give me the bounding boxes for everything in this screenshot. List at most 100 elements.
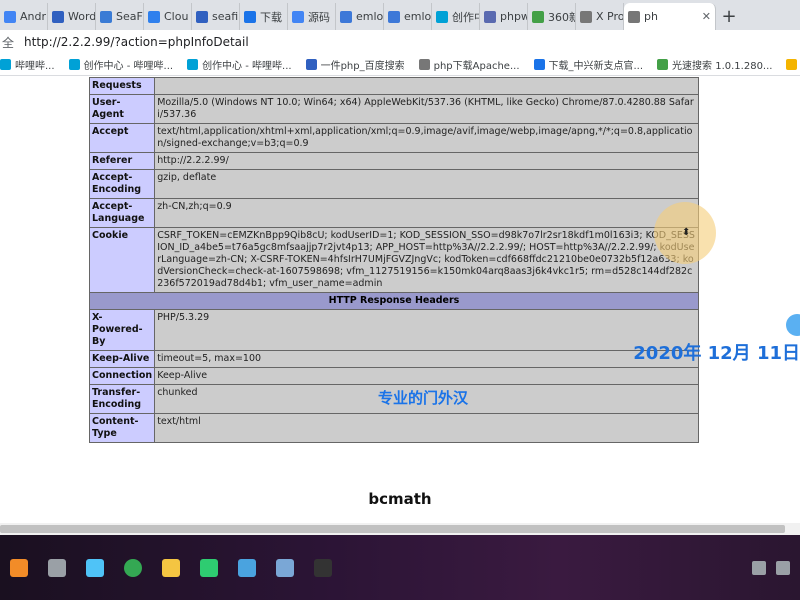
tab-favicon-icon xyxy=(532,10,544,23)
browser-tab[interactable]: X Pro xyxy=(576,3,624,30)
browser-tab[interactable]: Word xyxy=(48,3,96,30)
header-name-cell: Accept-Encoding xyxy=(88,169,156,199)
tab-favicon-icon xyxy=(292,10,304,23)
bookmark-label: php下载Apache... xyxy=(433,61,520,72)
browser-tab[interactable]: Clou xyxy=(144,3,192,30)
browser-tab[interactable]: 源码 xyxy=(288,3,336,30)
tab-favicon-icon xyxy=(148,10,160,23)
header-value-cell: timeout=5, max=100 xyxy=(154,350,699,368)
tab-favicon-icon xyxy=(388,10,400,23)
taskbar-button[interactable] xyxy=(306,551,340,585)
header-value-cell: text/html xyxy=(154,413,699,443)
security-indicator[interactable]: 全 xyxy=(0,34,24,51)
tab-label: 源码 xyxy=(308,10,330,24)
system-tray xyxy=(752,560,800,575)
header-value-cell: http://2.2.2.99/ xyxy=(154,152,699,170)
horizontal-scrollbar[interactable] xyxy=(0,523,800,535)
side-widget-icon[interactable] xyxy=(786,314,800,336)
header-name-cell: X-Powered-By xyxy=(88,309,156,351)
tray-icon[interactable] xyxy=(776,560,790,575)
bookmark-item[interactable]: 创作中心 - 哔哩哔... xyxy=(68,57,173,72)
terminal-icon xyxy=(314,558,332,577)
tab-favicon-icon xyxy=(52,10,64,23)
taskbar-button[interactable] xyxy=(78,551,112,585)
tab-label: emlo xyxy=(404,10,432,23)
browser-tab-strip: Andr Word SeaF Clou seafi 下载 源码 emlo emlo 创作中 phpw… xyxy=(0,0,800,30)
folder-icon xyxy=(162,558,180,577)
browser-tab[interactable]: 360新 xyxy=(528,3,576,30)
page-content: Requests User-Agent Mozilla/5.0 (Windows N… xyxy=(0,77,800,523)
tab-label: 创作中 xyxy=(452,10,479,24)
browser-tab[interactable]: ph ✕ xyxy=(624,3,716,30)
tab-label: Word xyxy=(68,10,96,23)
browser-tab[interactable]: SeaF xyxy=(96,3,144,30)
bookmark-item[interactable]: 哔哩哔... xyxy=(0,57,55,72)
browser-tab[interactable]: seafi xyxy=(192,3,240,30)
header-value-cell xyxy=(154,77,699,95)
bookmark-icon xyxy=(305,59,317,70)
bookmarks-bar: 哔哩哔... 创作中心 - 哔哩哔... 创作中心 - 哔哩哔... 一件php_百度… xyxy=(0,54,800,76)
header-name-cell: Connection xyxy=(88,367,156,385)
bookmark-item[interactable]: 下载_中兴新支点官... xyxy=(533,57,643,72)
url-text[interactable]: http://2.2.2.99/?action=phpInfoDetail xyxy=(24,35,249,49)
header-value-cell: zh-CN,zh;q=0.9 xyxy=(154,198,699,228)
response-headers-title: HTTP Response Headers xyxy=(89,292,699,310)
tray-icon[interactable] xyxy=(752,560,766,575)
header-value-cell: gzip, deflate xyxy=(154,169,699,199)
tab-label: SeaF xyxy=(116,10,143,23)
section-header-row: HTTP Response Headers xyxy=(89,292,699,310)
address-bar[interactable]: 全 http://2.2.2.99/?action=phpInfoDetail xyxy=(0,30,800,54)
tab-favicon-icon xyxy=(628,10,640,23)
search-icon xyxy=(10,558,28,577)
table-row: Cookie CSRF_TOKEN=cEMZKnBpp9Qib8cU; kodUs… xyxy=(88,227,699,293)
taskbar-button[interactable] xyxy=(40,551,74,585)
header-name-cell: Accept xyxy=(88,123,156,153)
header-value-cell: PHP/5.3.29 xyxy=(154,309,699,351)
tab-label: 下载 xyxy=(260,10,282,24)
taskbar-button[interactable] xyxy=(192,551,226,585)
taskbar-button[interactable] xyxy=(230,551,264,585)
tab-label: ph xyxy=(644,10,658,23)
header-name-cell: Cookie xyxy=(88,227,156,293)
header-name-cell: Transfer-Encoding xyxy=(88,384,156,414)
taskbar xyxy=(0,535,800,600)
mouse-cursor-highlight: ⬍ xyxy=(654,202,716,264)
table-row: Accept-Encoding gzip, deflate xyxy=(88,169,699,199)
window-icon xyxy=(48,558,66,577)
header-name-cell: Referer xyxy=(88,152,156,170)
browser-tab[interactable]: phpw xyxy=(480,3,528,30)
tab-label: phpw xyxy=(500,10,528,23)
watermark-middle: 专业的门外汉 xyxy=(378,389,469,407)
browser-tab[interactable]: emlo xyxy=(336,3,384,30)
close-tab-icon[interactable]: ✕ xyxy=(698,10,711,23)
bookmark-item[interactable]: 创作中心 - 哔哩哔... xyxy=(187,57,292,72)
new-tab-button[interactable]: + xyxy=(716,3,742,30)
table-row: Accept-Language zh-CN,zh;q=0.9 xyxy=(88,198,699,228)
tab-favicon-icon xyxy=(4,10,16,23)
browser-tab[interactable]: 下载 xyxy=(240,3,288,30)
tab-favicon-icon xyxy=(100,10,112,23)
bookmark-label: 哔哩哔... xyxy=(15,61,55,72)
bookmark-item[interactable]: 一件php_百度搜索 xyxy=(305,57,405,72)
network-icon xyxy=(276,558,294,577)
browser-tab[interactable]: 创作中 xyxy=(432,3,480,30)
taskbar-button[interactable] xyxy=(2,551,36,585)
bookmark-label: 光速搜索 1.0.1.280... xyxy=(672,61,773,72)
scrollbar-thumb[interactable] xyxy=(0,525,785,533)
taskbar-button[interactable] xyxy=(268,551,302,585)
date-overlay: 2020年 12月 11日 xyxy=(633,343,800,364)
tab-favicon-icon xyxy=(340,10,352,23)
tab-favicon-icon xyxy=(580,10,592,23)
browser-tab[interactable]: Andr xyxy=(0,3,48,30)
table-row: Requests xyxy=(88,77,699,95)
taskbar-button[interactable] xyxy=(154,551,188,585)
table-row: Keep-Alive timeout=5, max=100 xyxy=(88,350,699,368)
bookmark-item[interactable]: php下载Apache... xyxy=(418,57,520,72)
browser-tab[interactable]: emlo xyxy=(384,3,432,30)
table-row: Accept text/html,application/xhtml+xml,ap… xyxy=(88,123,699,153)
bookmark-item[interactable]: Syma xyxy=(786,59,800,70)
bookmark-item[interactable]: 光速搜索 1.0.1.280... xyxy=(657,57,772,72)
header-name-cell: Keep-Alive xyxy=(88,350,156,368)
tab-favicon-icon xyxy=(244,10,256,23)
taskbar-button[interactable] xyxy=(116,551,150,585)
